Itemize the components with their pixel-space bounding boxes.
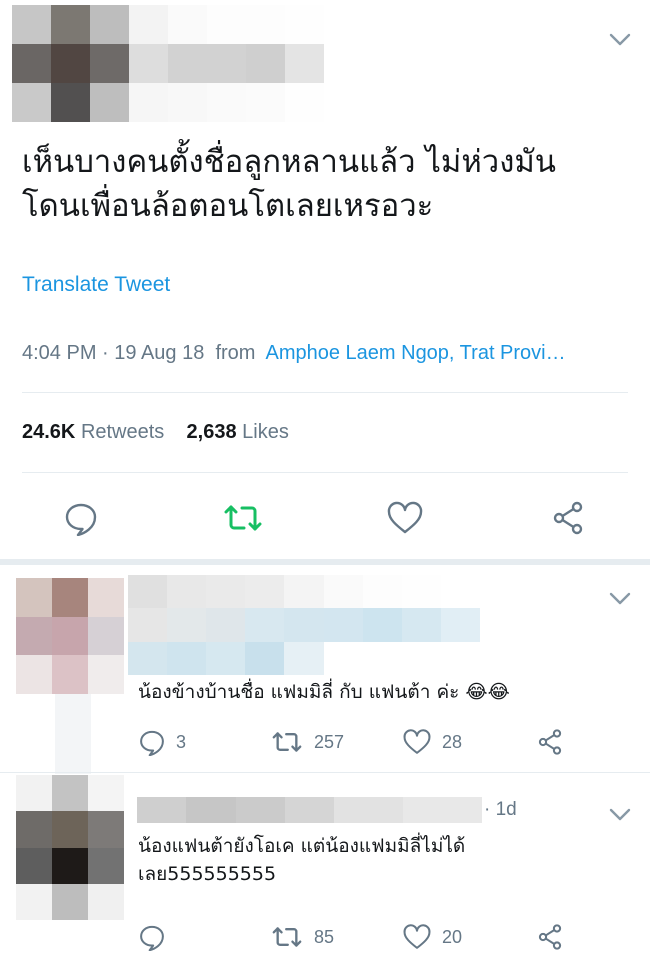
reply-text-line-1: น้องแฟนต้ายังโอเค แต่น้องแฟมมิลี่ไม่ได้: [138, 835, 466, 857]
retweet-count: 257: [314, 731, 345, 752]
tweet-meta: 4:04 PM · 19 Aug 18 from Amphoe Laem Ngo…: [22, 342, 566, 365]
share-button[interactable]: [536, 728, 564, 756]
reply-button[interactable]: 3: [138, 728, 186, 756]
reply-name-redacted: [128, 575, 480, 675]
tweet-location-link[interactable]: Amphoe Laem Ngop, Trat Provi…: [265, 342, 565, 364]
reply-text: น้องแฟนต้ายังโอเค แต่น้องแฟมมิลี่ไม่ได้ …: [138, 832, 465, 888]
reply-icon: [140, 730, 164, 756]
reply-icon: [65, 503, 97, 536]
thread-line: [55, 694, 91, 774]
likes-label: Likes: [242, 421, 289, 443]
retweet-icon: [224, 505, 262, 531]
author-avatar[interactable]: [12, 5, 129, 122]
retweet-button[interactable]: 85: [270, 923, 334, 951]
share-icon: [553, 501, 583, 535]
like-icon: [403, 924, 431, 949]
retweet-icon: [272, 732, 302, 752]
chevron-down-icon[interactable]: [609, 33, 631, 47]
like-icon: [387, 501, 423, 534]
divider: [22, 472, 628, 473]
tweet-timestamp: 4:04 PM · 19 Aug 18: [22, 342, 205, 364]
retweet-count: 85: [314, 926, 335, 947]
author-name-redacted: [129, 5, 324, 122]
retweet-button[interactable]: [220, 495, 266, 541]
reply-name-redacted: [137, 797, 482, 823]
translate-tweet-link[interactable]: Translate Tweet: [22, 273, 170, 297]
retweets-stat[interactable]: 24.6K Retweets: [22, 421, 164, 443]
reply-avatar[interactable]: [16, 578, 124, 694]
reply-separator: [0, 772, 650, 773]
tweet-text-line-2: โดนเพื่อนล้อตอนโตเลยเหรอวะ: [22, 188, 434, 224]
retweet-icon: [272, 927, 302, 947]
share-icon: [538, 924, 562, 950]
reply-text-line-2: เลย555555555: [138, 863, 277, 885]
retweet-button[interactable]: 257: [270, 728, 344, 756]
section-separator: [0, 559, 650, 565]
reply-button[interactable]: [58, 495, 104, 541]
share-button[interactable]: [545, 495, 591, 541]
likes-count: 2,638: [186, 421, 237, 443]
reply-button[interactable]: [138, 923, 176, 951]
retweets-count: 24.6K: [22, 421, 76, 443]
share-button[interactable]: [536, 923, 564, 951]
like-button[interactable]: 20: [402, 923, 462, 951]
reply-icon: [140, 925, 164, 951]
reply-count: 3: [176, 731, 187, 752]
like-button[interactable]: 28: [402, 728, 462, 756]
from-label: from: [215, 342, 256, 364]
reply-text: น้องข้างบ้านชื่อ แฟมมิลี่ กับ แฟนต้า ค่ะ…: [138, 681, 510, 703]
like-count: 20: [442, 926, 463, 947]
like-button[interactable]: [382, 495, 428, 541]
divider: [22, 392, 628, 393]
chevron-down-icon[interactable]: [609, 808, 631, 822]
like-count: 28: [442, 731, 463, 752]
tweet-text: เห็นบางคนตั้งชื่อลูกหลานแล้ว ไม่ห่วงมัน …: [22, 140, 622, 228]
tweet-stats: 24.6K Retweets 2,638 Likes: [22, 421, 289, 444]
chevron-down-icon[interactable]: [609, 592, 631, 606]
like-icon: [403, 729, 431, 754]
share-icon: [538, 729, 562, 755]
likes-stat[interactable]: 2,638 Likes: [187, 421, 289, 443]
retweets-label: Retweets: [80, 421, 165, 443]
tweet-text-line-1: เห็นบางคนตั้งชื่อลูกหลานแล้ว ไม่ห่วงมัน: [22, 144, 556, 180]
reply-timestamp: · 1d: [484, 799, 517, 820]
reply-avatar[interactable]: [16, 775, 124, 920]
